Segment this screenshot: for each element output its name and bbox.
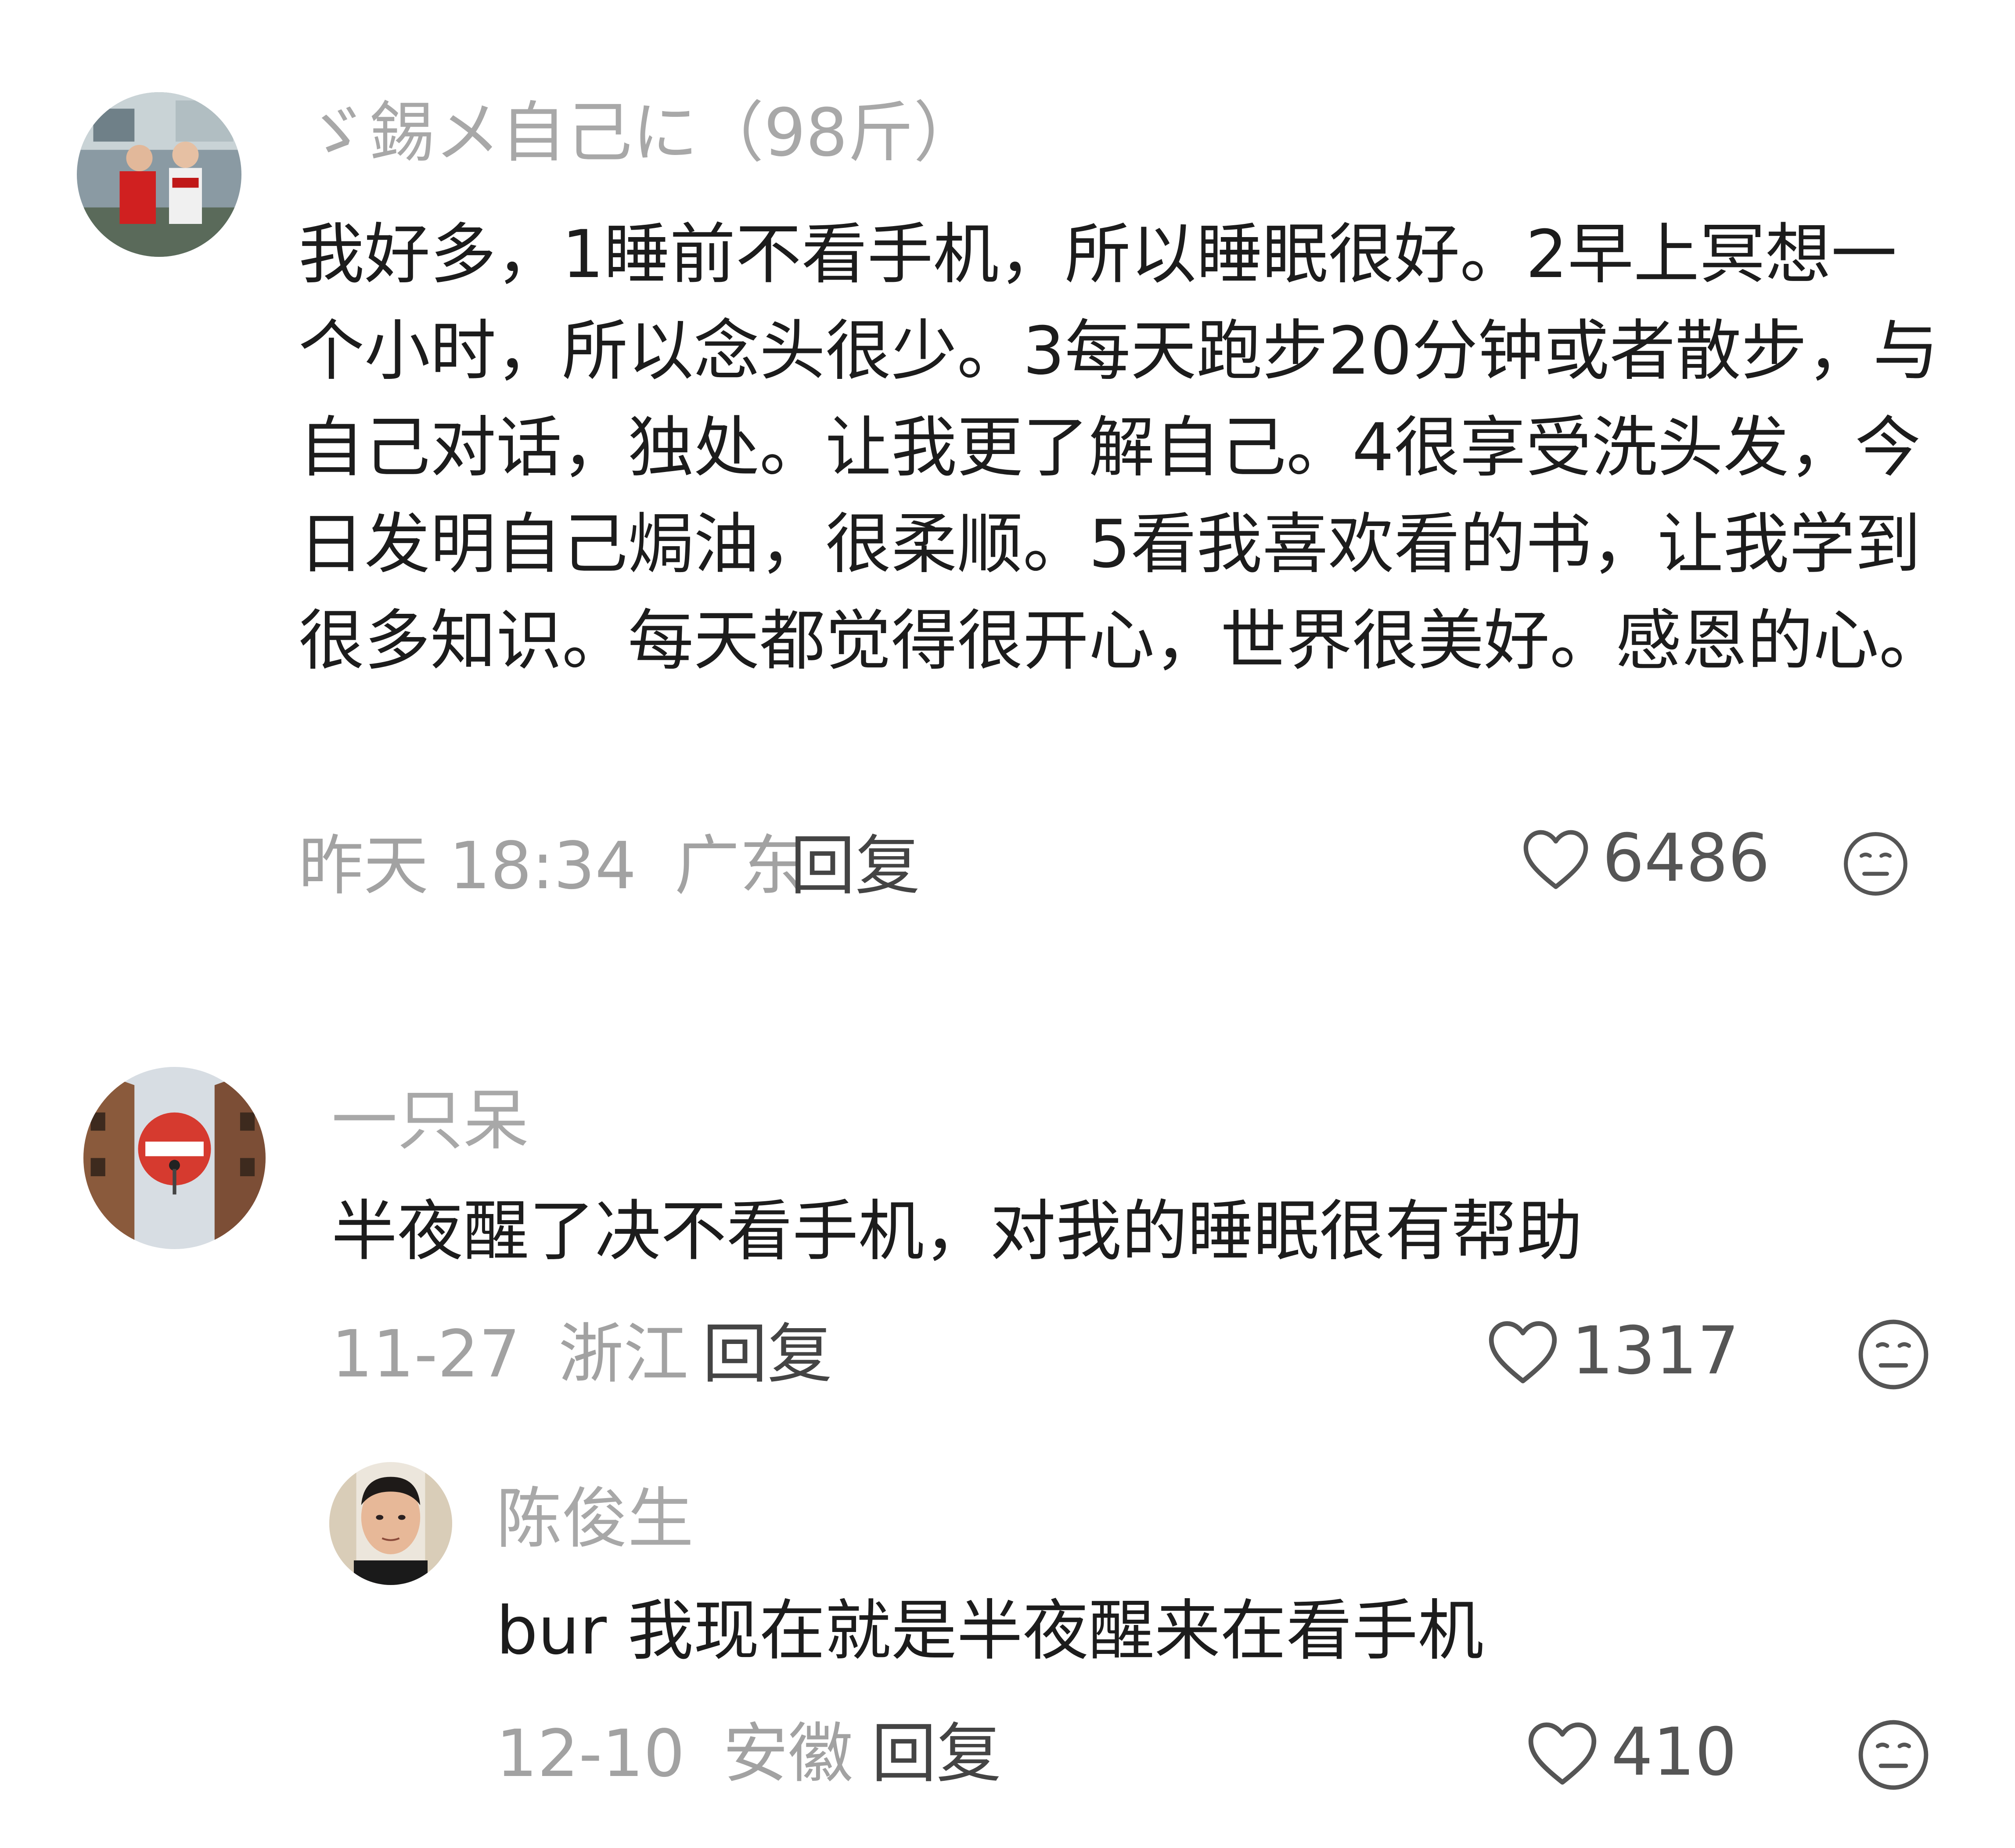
comment-time: 12-10 (496, 1716, 685, 1791)
avatar[interactable] (77, 92, 241, 257)
avatar-photo (329, 1462, 452, 1585)
comment-location: 安徽 (723, 1716, 853, 1791)
username[interactable]: 一只呆 (331, 1088, 529, 1154)
neutral-face-icon (1858, 1720, 1929, 1790)
comment-meta: 11-27 浙江 (331, 1322, 688, 1387)
reply-button[interactable]: 回复 (702, 1322, 832, 1387)
heart-outline-icon (1528, 1722, 1597, 1785)
avatar-photo (77, 92, 241, 257)
username[interactable]: ゞ錫メ自己に（98斤） (303, 100, 979, 166)
comment-location: 广东 (674, 828, 805, 904)
reply-button[interactable]: 回复 (871, 1721, 1001, 1786)
comment-text: bur 我现在就是半夜醒来在看手机 (496, 1593, 1484, 1669)
comment-time: 11-27 (331, 1316, 521, 1392)
like-button[interactable]: 6486 (1519, 825, 1770, 891)
like-button[interactable]: 1317 (1484, 1316, 1739, 1386)
like-count: 410 (1611, 1714, 1737, 1790)
reply-button[interactable]: 回复 (790, 833, 920, 898)
comment-text: 我好多，1睡前不看手机，所以睡眠很好。2早上冥想一个小时，所以念头很少。3每天跑… (299, 216, 1945, 679)
avatar[interactable] (329, 1462, 452, 1585)
like-count: 1317 (1572, 1313, 1739, 1389)
dislike-button[interactable] (1856, 1317, 1931, 1392)
dislike-button[interactable] (1842, 830, 1910, 898)
like-count: 6486 (1602, 820, 1770, 897)
comment-location: 浙江 (558, 1316, 689, 1392)
comment-meta: 12-10 安徽 (496, 1721, 853, 1786)
heart-outline-icon (1489, 1321, 1557, 1383)
neutral-face-icon (1858, 1319, 1929, 1390)
dislike-button[interactable] (1856, 1718, 1931, 1792)
comment-meta: 昨天 18:34 广东 (299, 833, 805, 898)
username[interactable]: 陈俊生 (496, 1486, 694, 1552)
like-button[interactable]: 410 (1523, 1718, 1737, 1787)
heart-outline-icon (1523, 830, 1588, 889)
comment-time: 昨天 18:34 (299, 828, 637, 904)
neutral-face-icon (1844, 832, 1907, 896)
avatar-photo (83, 1067, 266, 1249)
comment-text: 半夜醒了决不看手机，对我的睡眠很有帮助 (331, 1193, 1583, 1270)
avatar[interactable] (83, 1067, 266, 1249)
